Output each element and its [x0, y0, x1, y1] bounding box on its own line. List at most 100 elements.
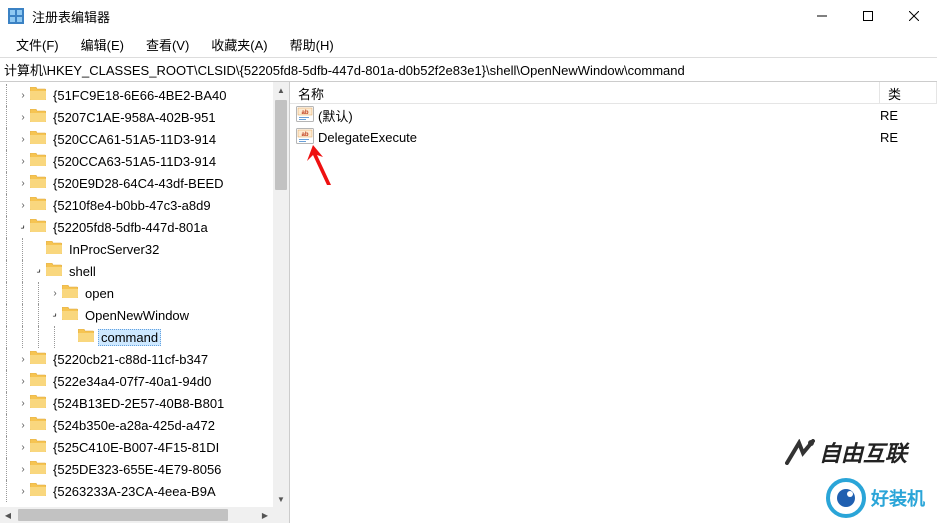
folder-icon: [30, 197, 50, 213]
folder-icon: [78, 329, 98, 345]
tree-item[interactable]: ›{52205fd8-5dfb-447d-801a: [0, 216, 273, 238]
values-header: 名称 类: [290, 82, 937, 104]
maximize-button[interactable]: [845, 0, 891, 32]
scroll-right-icon[interactable]: ▶: [257, 507, 273, 523]
expander-closed-icon[interactable]: ›: [16, 376, 30, 387]
folder-icon: [30, 373, 50, 389]
folder-icon: [30, 351, 50, 367]
tree-item[interactable]: ›shell: [0, 260, 273, 282]
string-value-icon: ab: [296, 128, 318, 147]
menu-view[interactable]: 查看(V): [136, 32, 199, 57]
expander-closed-icon[interactable]: ›: [16, 442, 30, 453]
tree-scrollbar-horizontal[interactable]: ◀ ▶: [0, 507, 273, 523]
window-title: 注册表编辑器: [32, 7, 799, 26]
regedit-icon: [8, 8, 24, 24]
tree-scrollbar-vertical[interactable]: ▲ ▼: [273, 82, 289, 507]
scroll-left-icon[interactable]: ◀: [0, 507, 16, 523]
folder-icon: [30, 439, 50, 455]
tree-item-label: {525DE323-655E-4E79-8056: [50, 462, 224, 477]
tree-item-label: {524b350e-a28a-425d-a472: [50, 418, 218, 433]
folder-icon: [46, 241, 66, 257]
expander-closed-icon[interactable]: ›: [16, 200, 30, 211]
watermark-ziyouhulian: 自由互联: [785, 436, 907, 468]
value-type: RE: [880, 130, 937, 145]
watermark-haozhuangji: 好装机: [825, 477, 925, 519]
tree-item-label: {51FC9E18-6E66-4BE2-BA40: [50, 88, 229, 103]
folder-icon: [30, 153, 50, 169]
folder-icon: [46, 263, 66, 279]
expander-closed-icon[interactable]: ›: [16, 178, 30, 189]
tree-item[interactable]: › {522e34a4-07f7-40a1-94d0: [0, 370, 273, 392]
tree-item[interactable]: › {525DE323-655E-4E79-8056: [0, 458, 273, 480]
tree-item[interactable]: › {5207C1AE-958A-402B-951: [0, 106, 273, 128]
tree-item-label: {520CCA63-51A5-11D3-914: [50, 154, 219, 169]
folder-icon: [62, 285, 82, 301]
svg-text:ab: ab: [301, 132, 308, 138]
tree-item-label: {525C410E-B007-4F15-81DI: [50, 440, 222, 455]
scroll-thumb-h[interactable]: [18, 509, 228, 521]
menu-help[interactable]: 帮助(H): [280, 32, 344, 57]
expander-closed-icon[interactable]: ›: [16, 464, 30, 475]
tree-item[interactable]: › {5263233A-23CA-4eea-B9A: [0, 480, 273, 502]
scroll-thumb[interactable]: [275, 100, 287, 190]
tree-item[interactable]: › {524B13ED-2E57-40B8-B801: [0, 392, 273, 414]
tree-item[interactable]: › open: [0, 282, 273, 304]
expander-closed-icon[interactable]: ›: [16, 112, 30, 123]
tree-item[interactable]: › {524b350e-a28a-425d-a472: [0, 414, 273, 436]
close-button[interactable]: [891, 0, 937, 32]
scroll-down-icon[interactable]: ▼: [273, 491, 289, 507]
value-name: (默认): [318, 106, 353, 125]
folder-icon: [30, 175, 50, 191]
tree-item-label: {5220cb21-c88d-11cf-b347: [50, 352, 211, 367]
address-path: 计算机\HKEY_CLASSES_ROOT\CLSID\{52205fd8-5d…: [4, 60, 685, 79]
address-bar[interactable]: 计算机\HKEY_CLASSES_ROOT\CLSID\{52205fd8-5d…: [0, 58, 937, 82]
folder-icon: [62, 307, 82, 323]
expander-closed-icon[interactable]: ›: [16, 156, 30, 167]
tree-item-label: {5263233A-23CA-4eea-B9A: [50, 484, 219, 499]
header-type[interactable]: 类: [880, 82, 937, 103]
folder-icon: [30, 131, 50, 147]
annotation-arrow-icon: [305, 145, 333, 190]
tree-item-label: {5207C1AE-958A-402B-951: [50, 110, 219, 125]
tree-item[interactable]: ›OpenNewWindow: [0, 304, 273, 326]
folder-icon: [30, 109, 50, 125]
tree-item[interactable]: ›{5210f8e4-b0bb-47c3-a8d9: [0, 194, 273, 216]
folder-icon: [30, 461, 50, 477]
tree-item[interactable]: InProcServer32: [0, 238, 273, 260]
tree-item[interactable]: › {520CCA63-51A5-11D3-914: [0, 150, 273, 172]
expander-closed-icon[interactable]: ›: [16, 486, 30, 497]
value-row[interactable]: abDelegateExecuteRE: [290, 126, 937, 148]
expander-closed-icon[interactable]: ›: [48, 288, 62, 299]
minimize-button[interactable]: [799, 0, 845, 32]
tree-item-label: open: [82, 286, 117, 301]
titlebar: 注册表编辑器: [0, 0, 937, 32]
tree-item-selected[interactable]: command: [0, 326, 273, 348]
tree-item[interactable]: › {5220cb21-c88d-11cf-b347: [0, 348, 273, 370]
folder-icon: [30, 219, 50, 235]
header-name[interactable]: 名称: [290, 82, 880, 103]
tree-item-label: shell: [66, 264, 99, 279]
menu-file[interactable]: 文件(F): [6, 32, 69, 57]
menu-favorites[interactable]: 收藏夹(A): [201, 32, 277, 57]
tree-pane: › {51FC9E18-6E66-4BE2-BA40 › {5207C1AE-958A…: [0, 82, 290, 523]
tree-item-label: {520CCA61-51A5-11D3-914: [50, 132, 219, 147]
tree-item[interactable]: › {520CCA61-51A5-11D3-914: [0, 128, 273, 150]
value-row[interactable]: ab(默认)RE: [290, 104, 937, 126]
tree-item-label: command: [98, 329, 161, 346]
tree-item[interactable]: › {51FC9E18-6E66-4BE2-BA40: [0, 84, 273, 106]
tree-item[interactable]: ›{520E9D28-64C4-43df-BEED: [0, 172, 273, 194]
expander-closed-icon[interactable]: ›: [16, 134, 30, 145]
expander-closed-icon[interactable]: ›: [16, 398, 30, 409]
expander-closed-icon[interactable]: ›: [16, 354, 30, 365]
tree-item-label: OpenNewWindow: [82, 308, 192, 323]
tree-item-label: {524B13ED-2E57-40B8-B801: [50, 396, 227, 411]
scroll-up-icon[interactable]: ▲: [273, 82, 289, 98]
menu-edit[interactable]: 编辑(E): [71, 32, 134, 57]
expander-closed-icon[interactable]: ›: [16, 420, 30, 431]
tree-item[interactable]: › {525C410E-B007-4F15-81DI: [0, 436, 273, 458]
tree-item-label: {52205fd8-5dfb-447d-801a: [50, 220, 211, 235]
string-value-icon: ab: [296, 106, 318, 125]
tree-item-label: {522e34a4-07f7-40a1-94d0: [50, 374, 214, 389]
folder-icon: [30, 417, 50, 433]
expander-closed-icon[interactable]: ›: [16, 90, 30, 101]
